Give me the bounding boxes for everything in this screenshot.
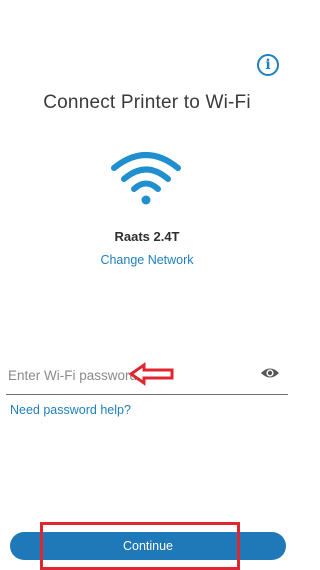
password-help-link[interactable]: Need password help? [10,403,131,417]
left-arrow-icon [128,362,174,386]
info-icon[interactable]: i [257,54,279,76]
eye-icon[interactable] [260,366,280,380]
wifi-icon [111,152,181,205]
change-network-link[interactable]: Change Network [0,253,294,267]
page-title: Connect Printer to Wi-Fi [43,92,251,113]
network-name: Raats 2.4T [114,229,180,244]
highlight-box [40,522,240,570]
